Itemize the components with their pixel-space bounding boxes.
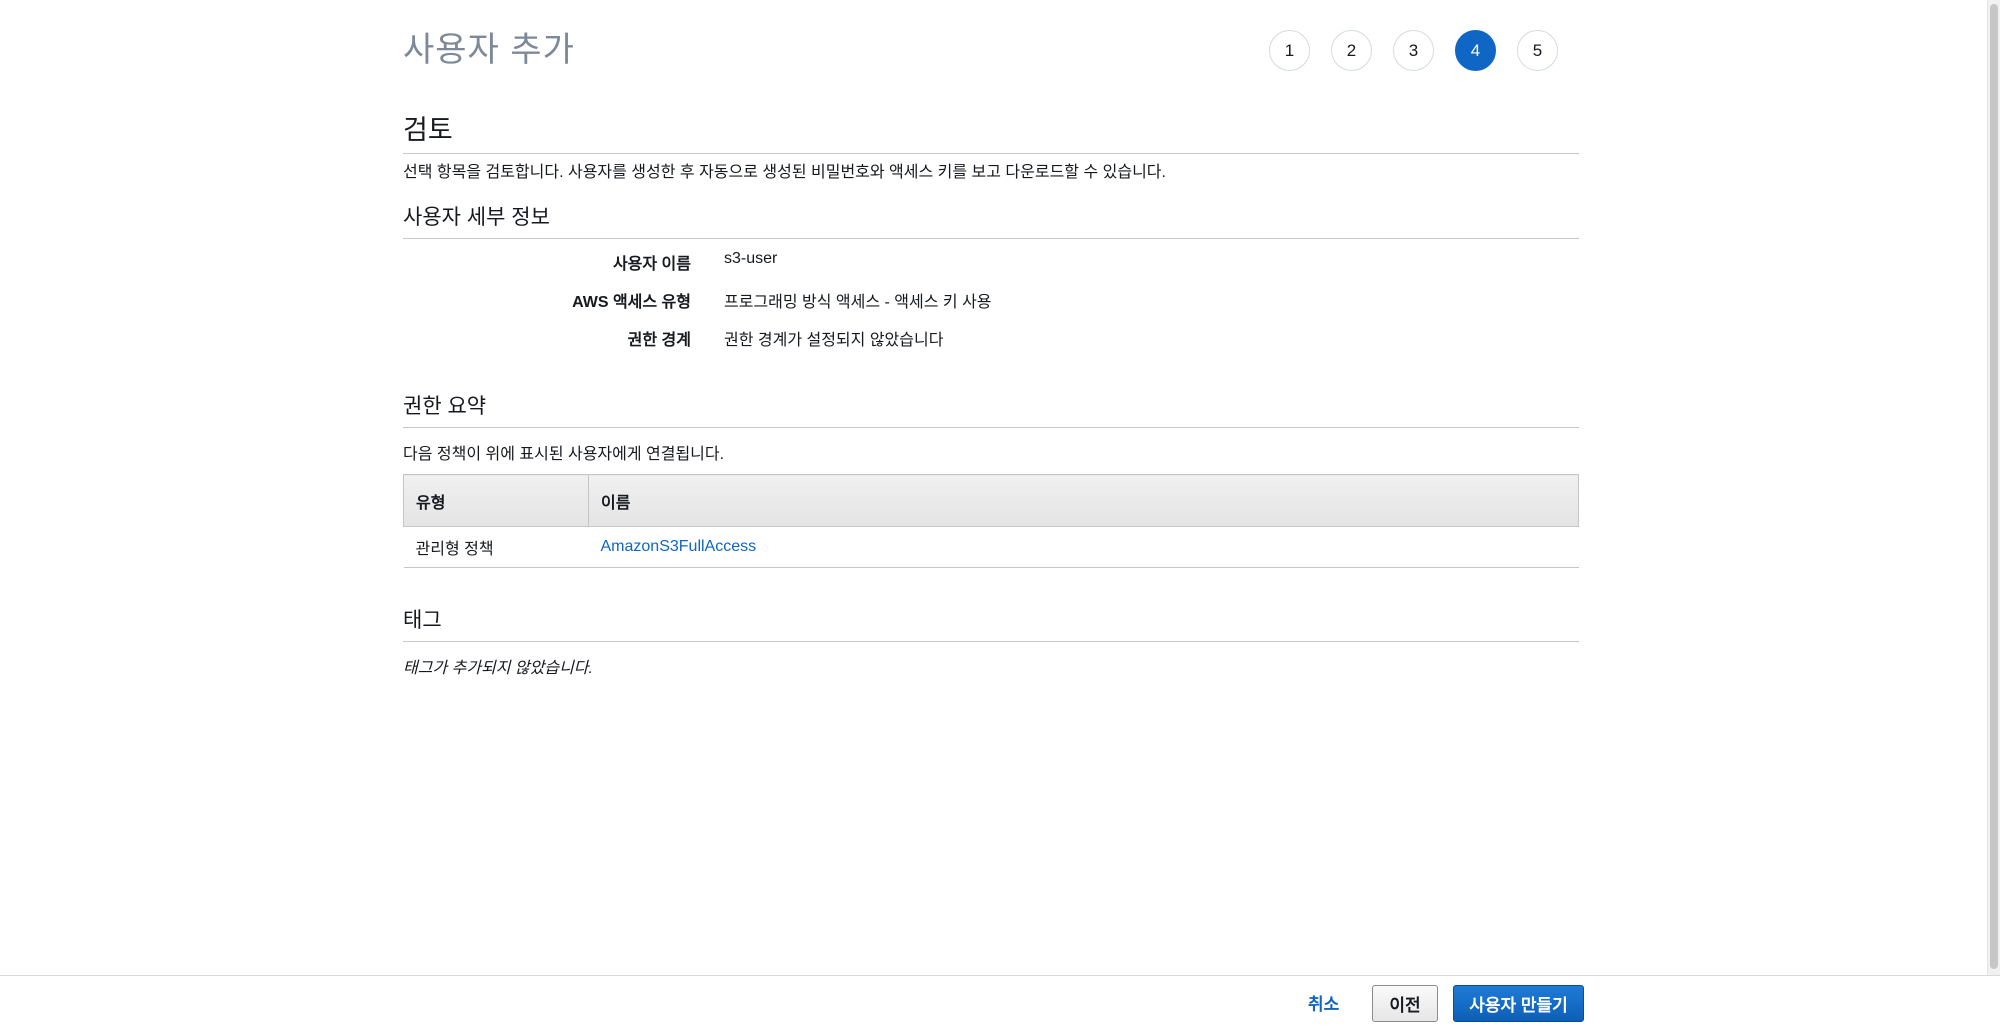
- footer-bar: 취소 이전 사용자 만들기: [0, 975, 2000, 1032]
- step-3[interactable]: 3: [1393, 30, 1434, 71]
- column-header-type: 유형: [403, 474, 589, 527]
- step-1[interactable]: 1: [1269, 30, 1310, 71]
- detail-label: AWS 액세스 유형: [572, 294, 691, 311]
- step-4-current: 4: [1455, 30, 1496, 71]
- detail-row-access-type: AWS 액세스 유형 프로그래밍 방식 액세스 - 액세스 키 사용: [403, 288, 1579, 312]
- scrollbar-thumb[interactable]: [1990, 4, 1998, 969]
- column-header-name: 이름: [588, 474, 1579, 527]
- review-heading: 검토: [403, 108, 1579, 154]
- detail-label: 사용자 이름: [612, 256, 691, 273]
- previous-button[interactable]: 이전: [1372, 985, 1438, 1022]
- tags-heading: 태그: [403, 604, 1579, 642]
- wizard-steps: 1 2 3 4 5: [1269, 30, 1558, 71]
- review-description: 선택 항목을 검토합니다. 사용자를 생성한 후 자동으로 생성된 비밀번호와 …: [403, 164, 1166, 181]
- policy-type-cell: 관리형 정책: [403, 526, 589, 568]
- detail-row-permission-boundary: 권한 경계 권한 경계가 설정되지 않았습니다: [403, 326, 1579, 350]
- cancel-button[interactable]: 취소: [1308, 990, 1339, 1015]
- page-title: 사용자 추가: [403, 31, 575, 69]
- permissions-heading: 권한 요약: [403, 390, 1579, 428]
- user-details-heading: 사용자 세부 정보: [403, 201, 1579, 239]
- detail-value: 권한 경계가 설정되지 않았습니다: [724, 332, 944, 349]
- vertical-scrollbar[interactable]: [1987, 0, 2000, 975]
- detail-value: 프로그래밍 방식 액세스 - 액세스 키 사용: [724, 294, 992, 311]
- create-user-button[interactable]: 사용자 만들기: [1453, 985, 1584, 1022]
- step-2[interactable]: 2: [1331, 30, 1372, 71]
- policy-link[interactable]: AmazonS3FullAccess: [601, 538, 757, 555]
- step-5: 5: [1517, 30, 1558, 71]
- table-row: 관리형 정책 AmazonS3FullAccess: [403, 526, 1579, 568]
- tags-empty-text: 태그가 추가되지 않았습니다.: [403, 660, 593, 677]
- permissions-table: 유형 이름 관리형 정책 AmazonS3FullAccess: [403, 474, 1579, 568]
- table-header-row: 유형 이름: [403, 474, 1579, 527]
- permissions-description: 다음 정책이 위에 표시된 사용자에게 연결됩니다.: [403, 446, 725, 463]
- detail-value: s3-user: [724, 250, 778, 267]
- detail-label: 권한 경계: [627, 332, 691, 349]
- detail-row-username: 사용자 이름 s3-user: [403, 250, 1579, 274]
- policy-name-cell: AmazonS3FullAccess: [588, 526, 1579, 568]
